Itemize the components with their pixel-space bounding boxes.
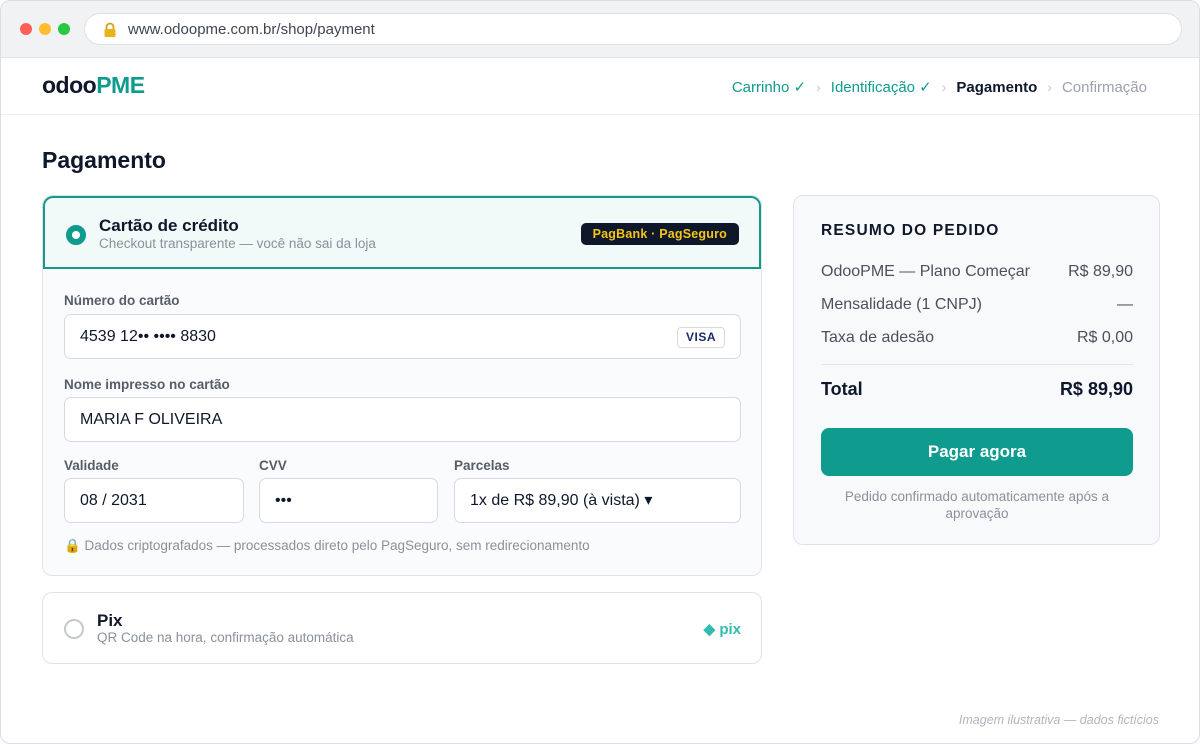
illustrative-disclaimer: Imagem ilustrativa — dados fictícios xyxy=(958,713,1159,727)
browser-window: www.odoopme.com.br/shop/payment odooPME … xyxy=(0,0,1200,744)
cardholder-name-label: Nome impresso no cartão xyxy=(64,377,230,392)
step-separator-icon: › xyxy=(1047,79,1052,95)
visa-brand-icon: VISA xyxy=(676,327,725,348)
maximize-window-button[interactable] xyxy=(58,23,70,35)
cardholder-name-input[interactable]: MARIA F OLIVEIRA xyxy=(64,397,741,442)
step-identificacao[interactable]: Identificação ✓ xyxy=(831,78,932,96)
summary-row-value: — xyxy=(1117,296,1133,313)
summary-row-value: R$ 89,90 xyxy=(1068,263,1133,280)
cardholder-name-value: MARIA F OLIVEIRA xyxy=(80,411,223,428)
summary-row-label: Mensalidade (1 CNPJ) xyxy=(821,296,982,313)
pix-logo-icon: ◆ pix xyxy=(703,621,741,638)
step-separator-icon: › xyxy=(941,79,947,95)
pix-radio[interactable] xyxy=(64,619,84,639)
step-confirmacao: Confirmação xyxy=(1061,78,1147,96)
order-summary-title: RESUMO DO PEDIDO xyxy=(821,222,1000,239)
card-number-value: 4539 12•• •••• 8830 xyxy=(80,328,216,345)
cvv-input[interactable]: ••• xyxy=(259,478,438,523)
logo-text-pme: PME xyxy=(96,72,145,98)
total-value: R$ 89,90 xyxy=(1059,379,1133,399)
site-header: odooPME Carrinho ✓ › Identificação ✓ › P… xyxy=(1,58,1199,115)
checkout-steps: Carrinho ✓ › Identificação ✓ › Pagamento… xyxy=(732,78,1147,97)
expiry-label: Validade xyxy=(64,458,119,473)
total-label: Total xyxy=(821,379,863,399)
pay-now-button[interactable]: Pagar agora xyxy=(821,428,1133,476)
card-number-input[interactable]: 4539 12•• •••• 8830 VISA xyxy=(64,314,741,359)
installments-select[interactable]: 1x de R$ 89,90 (à vista) ▾ xyxy=(454,478,741,523)
credit-card-radio[interactable] xyxy=(66,225,86,245)
pix-subtitle: QR Code na hora, confirmação automática xyxy=(97,630,354,645)
cvv-value: ••• xyxy=(275,492,292,509)
logo-text-odoo: odoo xyxy=(42,72,97,98)
credit-card-form: Número do cartão 4539 12•• •••• 8830 VIS… xyxy=(43,269,761,575)
site-logo[interactable]: odooPME xyxy=(42,72,145,99)
pix-title: Pix xyxy=(97,611,123,630)
pix-option[interactable]: Pix QR Code na hora, confirmação automát… xyxy=(42,592,762,664)
step-pagamento: Pagamento xyxy=(956,78,1038,96)
installments-label: Parcelas xyxy=(454,458,510,473)
minimize-window-button[interactable] xyxy=(39,23,51,35)
lock-icon xyxy=(104,22,116,37)
expiry-input[interactable]: 08 / 2031 xyxy=(64,478,244,523)
browser-toolbar: www.odoopme.com.br/shop/payment xyxy=(1,1,1199,58)
step-carrinho[interactable]: Carrinho ✓ xyxy=(732,78,806,96)
address-bar-url: www.odoopme.com.br/shop/payment xyxy=(128,21,375,38)
expiry-value: 08 / 2031 xyxy=(80,492,147,509)
card-number-label: Número do cartão xyxy=(64,293,180,308)
pagseguro-badge: PagBank · PagSeguro xyxy=(580,223,739,245)
summary-row-value: R$ 0,00 xyxy=(1076,329,1133,346)
page-title: Pagamento xyxy=(42,147,166,173)
credit-card-subtitle: Checkout transparente — você não sai da … xyxy=(99,236,376,251)
summary-row-label: OdooPME — Plano Começar xyxy=(821,263,1030,280)
address-bar[interactable]: www.odoopme.com.br/shop/payment xyxy=(84,13,1182,45)
credit-card-option-header[interactable]: Cartão de crédito Checkout transparente … xyxy=(43,196,761,269)
cvv-label: CVV xyxy=(259,458,287,473)
confirmation-note: Pedido confirmado automaticamente após a… xyxy=(844,489,1110,521)
step-separator-icon: › xyxy=(816,79,821,95)
summary-row-label: Taxa de adesão xyxy=(821,329,934,346)
order-summary: RESUMO DO PEDIDO OdooPME — Plano Começar… xyxy=(793,195,1160,545)
installments-value: 1x de R$ 89,90 (à vista) ▾ xyxy=(470,492,653,509)
credit-card-title: Cartão de crédito xyxy=(99,216,239,235)
security-note: 🔒 Dados criptografados — processados dir… xyxy=(64,538,590,553)
close-window-button[interactable] xyxy=(20,23,32,35)
credit-card-option: Cartão de crédito Checkout transparente … xyxy=(42,195,762,576)
summary-divider xyxy=(821,364,1133,365)
